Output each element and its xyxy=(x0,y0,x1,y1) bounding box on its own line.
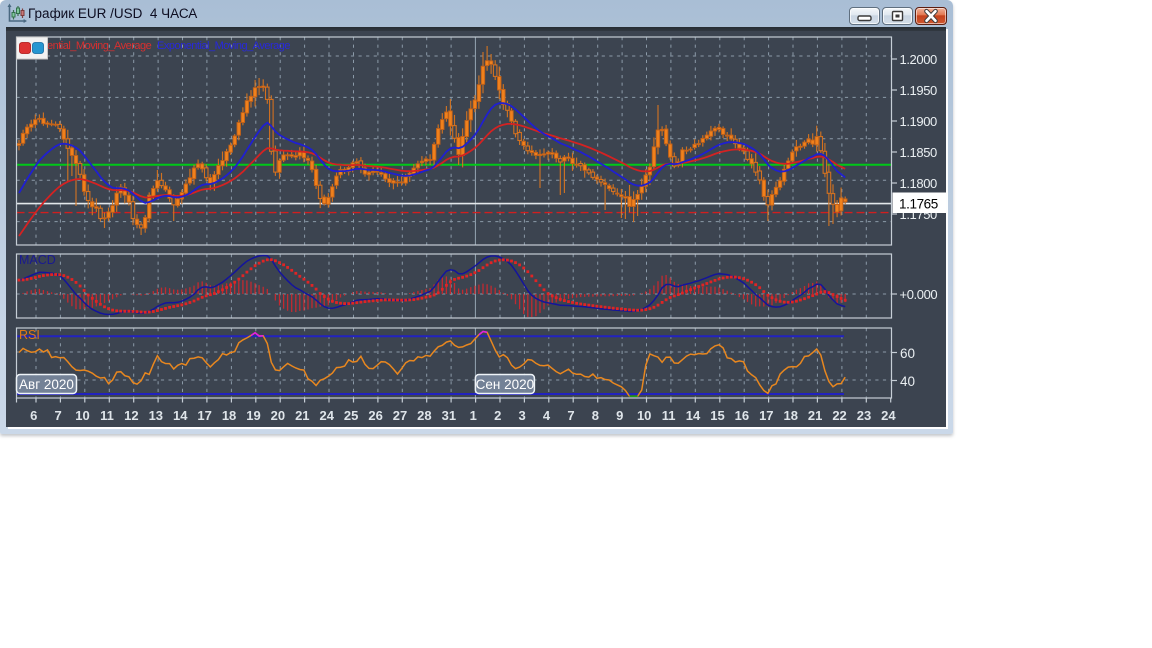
svg-text:14: 14 xyxy=(686,408,701,423)
svg-text:1.1950: 1.1950 xyxy=(900,83,938,98)
svg-text:27: 27 xyxy=(393,408,407,423)
svg-text:10: 10 xyxy=(75,408,89,423)
svg-text:13: 13 xyxy=(149,408,163,423)
svg-text:18: 18 xyxy=(783,408,797,423)
svg-text:+0.000: +0.000 xyxy=(900,287,938,302)
svg-text:Авг 2020: Авг 2020 xyxy=(19,377,74,392)
svg-text:7: 7 xyxy=(55,408,62,423)
svg-text:21: 21 xyxy=(295,408,309,423)
svg-text:7: 7 xyxy=(567,408,574,423)
svg-text:26: 26 xyxy=(368,408,382,423)
svg-text:28: 28 xyxy=(417,408,431,423)
svg-text:1.2000: 1.2000 xyxy=(900,52,938,67)
svg-text:40: 40 xyxy=(900,374,915,389)
svg-text:11: 11 xyxy=(100,408,114,423)
svg-text:1.1800: 1.1800 xyxy=(900,176,938,191)
svg-text:24: 24 xyxy=(881,408,896,423)
svg-text:10: 10 xyxy=(637,408,651,423)
svg-text:2: 2 xyxy=(494,408,501,423)
svg-text:9: 9 xyxy=(616,408,623,423)
svg-text:ential_Moving_Average: ential_Moving_Average xyxy=(47,40,152,52)
svg-text:12: 12 xyxy=(124,408,138,423)
svg-text:60: 60 xyxy=(900,346,915,361)
svg-text:20: 20 xyxy=(271,408,285,423)
svg-text:15: 15 xyxy=(710,408,724,423)
svg-text:17: 17 xyxy=(197,408,211,423)
svg-text:Сен 2020: Сен 2020 xyxy=(476,377,535,392)
svg-text:14: 14 xyxy=(173,408,188,423)
svg-text:8: 8 xyxy=(592,408,599,423)
svg-text:11: 11 xyxy=(662,408,676,423)
svg-text:6: 6 xyxy=(30,408,37,423)
svg-text:24: 24 xyxy=(320,408,335,423)
svg-text:3: 3 xyxy=(518,408,525,423)
svg-text:MACD: MACD xyxy=(19,253,56,267)
svg-text:22: 22 xyxy=(832,408,846,423)
svg-text:1.1850: 1.1850 xyxy=(900,145,938,160)
svg-text:16: 16 xyxy=(735,408,749,423)
svg-text:1.1900: 1.1900 xyxy=(900,114,938,129)
svg-text:17: 17 xyxy=(759,408,773,423)
svg-text:25: 25 xyxy=(344,408,358,423)
svg-text:RSI: RSI xyxy=(19,328,40,342)
svg-text:18: 18 xyxy=(222,408,236,423)
svg-text:Exponential_Moving_Average: Exponential_Moving_Average xyxy=(157,40,290,52)
svg-text:4: 4 xyxy=(543,408,551,423)
svg-text:1: 1 xyxy=(470,408,477,423)
svg-text:31: 31 xyxy=(442,408,456,423)
svg-text:23: 23 xyxy=(857,408,871,423)
svg-text:21: 21 xyxy=(808,408,822,423)
svg-text:19: 19 xyxy=(246,408,260,423)
svg-text:1.1765: 1.1765 xyxy=(899,197,938,212)
